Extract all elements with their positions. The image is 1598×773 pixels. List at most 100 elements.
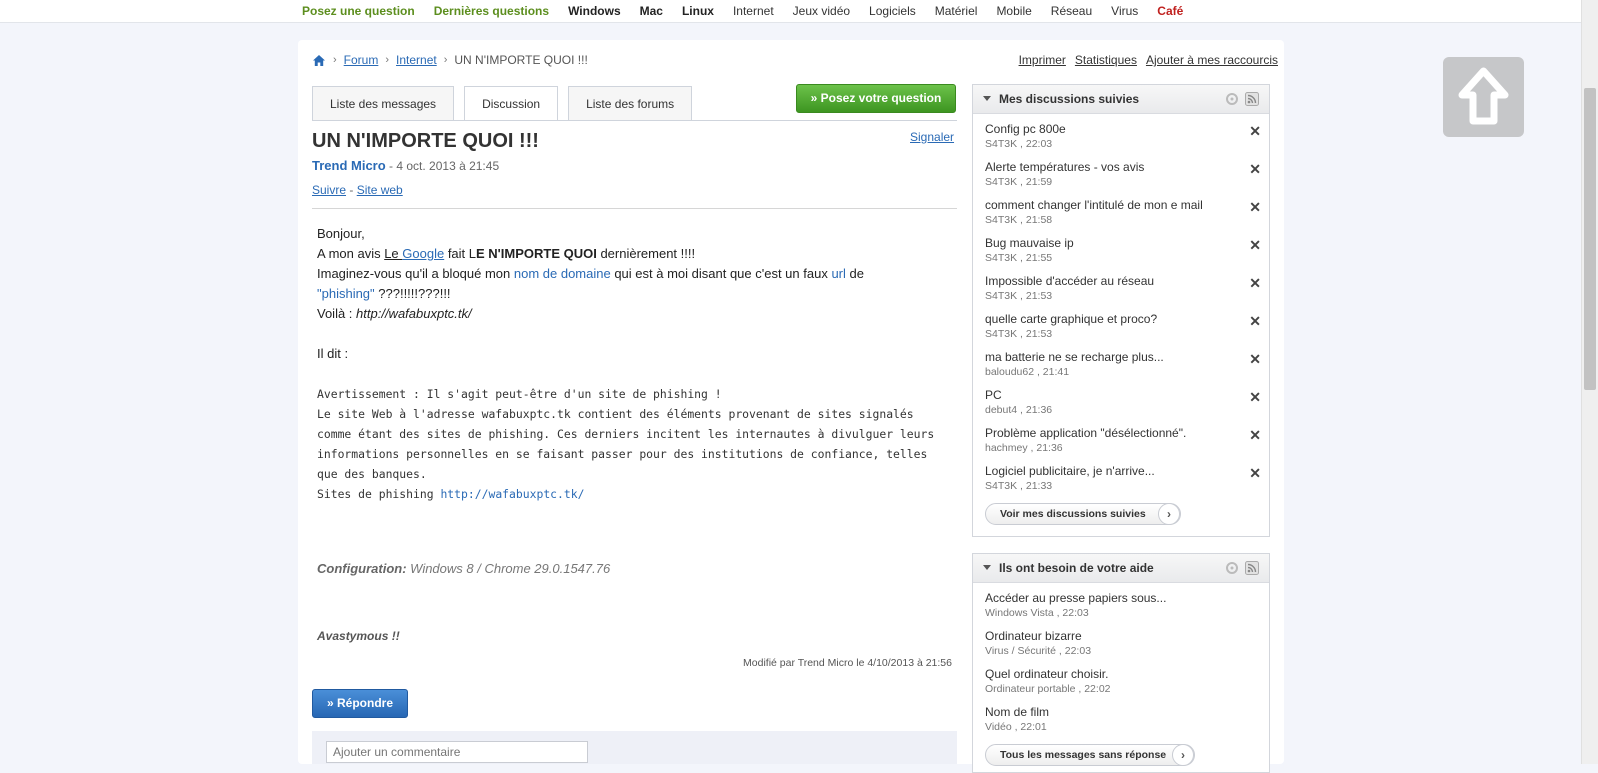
help-item[interactable]: Accéder au presse papiers sous... Windows… xyxy=(985,591,1255,619)
nav-virus[interactable]: Virus xyxy=(1111,4,1138,18)
breadcrumb-internet[interactable]: Internet xyxy=(396,53,437,67)
scrollbar-thumb[interactable] xyxy=(1584,88,1596,390)
tab-discussion[interactable]: Discussion xyxy=(464,86,559,121)
item-title[interactable]: Alerte températures - vos avis xyxy=(985,160,1255,174)
close-icon[interactable]: ✕ xyxy=(1249,237,1261,254)
settings-icon[interactable] xyxy=(1225,92,1239,106)
rss-icon[interactable] xyxy=(1245,561,1259,575)
nav-network[interactable]: Réseau xyxy=(1051,4,1092,18)
add-shortcut-link[interactable]: Ajouter à mes raccourcis xyxy=(1146,53,1278,67)
followed-item[interactable]: Impossible d'accéder au réseau S4T3K , 21… xyxy=(985,274,1261,302)
nav-ask-question[interactable]: Posez une question xyxy=(302,4,415,18)
comment-input[interactable] xyxy=(326,741,588,763)
reply-button[interactable]: » Répondre xyxy=(312,689,408,718)
item-title[interactable]: Impossible d'accéder au réseau xyxy=(985,274,1255,288)
followed-item[interactable]: PC debut4 , 21:36 ✕ xyxy=(985,388,1261,416)
phishing-link[interactable]: "phishing" xyxy=(317,286,375,301)
nav-windows[interactable]: Windows xyxy=(568,4,621,18)
post-date: - 4 oct. 2013 à 21:45 xyxy=(389,159,500,173)
website-link[interactable]: Site web xyxy=(357,183,403,197)
print-link[interactable]: Imprimer xyxy=(1019,53,1066,67)
rss-icon[interactable] xyxy=(1245,92,1259,106)
separator-dash: - xyxy=(349,183,354,197)
nav-software[interactable]: Logiciels xyxy=(869,4,916,18)
text: fait L xyxy=(444,246,476,261)
settings-icon[interactable] xyxy=(1225,561,1239,575)
item-meta: debut4 , 21:36 xyxy=(985,404,1053,416)
domain-name-link[interactable]: nom de domaine xyxy=(514,266,611,281)
followed-item[interactable]: Bug mauvaise ip S4T3K , 21:55 ✕ xyxy=(985,236,1261,264)
followed-item[interactable]: comment changer l'intitulé de mon e mail… xyxy=(985,198,1261,226)
nav-internet[interactable]: Internet xyxy=(733,4,774,18)
follow-link[interactable]: Suivre xyxy=(312,183,346,197)
item-title[interactable]: comment changer l'intitulé de mon e mail xyxy=(985,198,1255,212)
nav-mac[interactable]: Mac xyxy=(640,4,663,18)
collapse-triangle-icon[interactable] xyxy=(983,96,991,101)
followed-item[interactable]: quelle carte graphique et proco? S4T3K , … xyxy=(985,312,1261,340)
tab-message-list[interactable]: Liste des messages xyxy=(312,86,455,120)
page-scrollbar[interactable] xyxy=(1581,0,1598,764)
close-icon[interactable]: ✕ xyxy=(1249,161,1261,178)
nav-hardware[interactable]: Matériel xyxy=(935,4,978,18)
all-unanswered-button[interactable]: Tous les messages sans réponse › xyxy=(985,744,1195,766)
breadcrumb-forum[interactable]: Forum xyxy=(344,53,379,67)
tab-forum-list[interactable]: Liste des forums xyxy=(568,86,693,120)
post-actions: Suivre - Site web xyxy=(312,183,403,197)
report-link[interactable]: Signaler xyxy=(910,130,954,144)
item-title[interactable]: Nom de film xyxy=(985,705,1255,719)
nav-cafe[interactable]: Café xyxy=(1157,4,1183,18)
close-icon[interactable]: ✕ xyxy=(1249,351,1261,368)
followed-item[interactable]: Logiciel publicitaire, je n'arrive... S4T… xyxy=(985,464,1261,492)
back-to-top-button[interactable] xyxy=(1443,57,1524,137)
item-title[interactable]: Quel ordinateur choisir. xyxy=(985,667,1255,681)
help-item[interactable]: Ordinateur bizarre Virus / Sécurité , 22:… xyxy=(985,629,1255,657)
close-icon[interactable]: ✕ xyxy=(1249,465,1261,482)
statistics-link[interactable]: Statistiques xyxy=(1075,53,1137,67)
item-title[interactable]: quelle carte graphique et proco? xyxy=(985,312,1255,326)
phishing-site-link[interactable]: http://wafabuxptc.tk/ xyxy=(440,487,584,501)
greeting-line: Bonjour, xyxy=(317,226,365,241)
item-title[interactable]: Config pc 800e xyxy=(985,122,1255,136)
close-icon[interactable]: ✕ xyxy=(1249,275,1261,292)
ask-question-button[interactable]: » Posez votre question xyxy=(796,84,956,113)
breadcrumb-separator: › xyxy=(385,54,390,66)
followed-item[interactable]: Alerte températures - vos avis S4T3K , 21… xyxy=(985,160,1261,188)
item-title[interactable]: Logiciel publicitaire, je n'arrive... xyxy=(985,464,1255,478)
text: de xyxy=(845,266,864,281)
home-icon[interactable] xyxy=(312,54,326,67)
item-title[interactable]: ma batterie ne se recharge plus... xyxy=(985,350,1255,364)
nav-latest-questions[interactable]: Dernières questions xyxy=(434,4,549,18)
need-help-panel: Ils ont besoin de votre aide Accéder au … xyxy=(972,553,1270,773)
item-meta: S4T3K , 21:53 xyxy=(985,290,1053,302)
chevron-right-icon: › xyxy=(1172,744,1194,766)
item-title[interactable]: Accéder au presse papiers sous... xyxy=(985,591,1255,605)
collapse-triangle-icon[interactable] xyxy=(983,565,991,570)
item-title[interactable]: Ordinateur bizarre xyxy=(985,629,1255,643)
close-icon[interactable]: ✕ xyxy=(1249,199,1261,216)
item-meta: S4T3K , 21:53 xyxy=(985,328,1053,340)
warning-line: que des banques. xyxy=(317,467,427,481)
help-item[interactable]: Nom de film Vidéo , 22:01 xyxy=(985,705,1255,733)
close-icon[interactable]: ✕ xyxy=(1249,389,1261,406)
url-link[interactable]: url xyxy=(831,266,845,281)
nav-video-games[interactable]: Jeux vidéo xyxy=(793,4,850,18)
body-line: Imaginez-vous qu'il a bloqué mon nom de … xyxy=(317,264,957,284)
close-icon[interactable]: ✕ xyxy=(1249,427,1261,444)
followed-item[interactable]: Config pc 800e S4T3K , 22:03 ✕ xyxy=(985,122,1261,150)
item-title[interactable]: PC xyxy=(985,388,1255,402)
breadcrumb-separator: › xyxy=(443,54,448,66)
nav-mobile[interactable]: Mobile xyxy=(996,4,1031,18)
close-icon[interactable]: ✕ xyxy=(1249,123,1261,140)
text: Sites de phishing xyxy=(317,487,441,501)
followed-item[interactable]: ma batterie ne se recharge plus... baloud… xyxy=(985,350,1261,378)
google-link[interactable]: Google xyxy=(402,246,444,261)
item-title[interactable]: Problème application "désélectionné". xyxy=(985,426,1255,440)
item-title[interactable]: Bug mauvaise ip xyxy=(985,236,1255,250)
followed-item[interactable]: Problème application "désélectionné". hac… xyxy=(985,426,1261,454)
close-icon[interactable]: ✕ xyxy=(1249,313,1261,330)
see-followed-button[interactable]: Voir mes discussions suivies › xyxy=(985,503,1181,525)
help-item[interactable]: Quel ordinateur choisir. Ordinateur porta… xyxy=(985,667,1255,695)
item-meta: Vidéo , 22:01 xyxy=(985,721,1047,733)
author-link[interactable]: Trend Micro xyxy=(312,158,386,173)
nav-linux[interactable]: Linux xyxy=(682,4,714,18)
